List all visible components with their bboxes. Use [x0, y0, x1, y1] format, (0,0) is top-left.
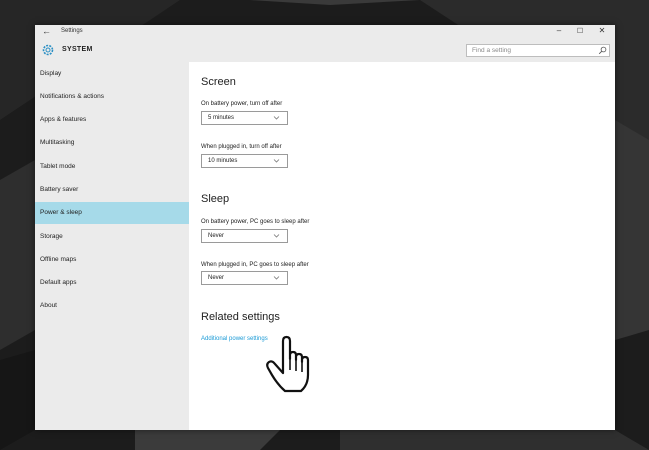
sleep-battery-dropdown[interactable]: Never: [201, 229, 288, 243]
sidebar-item-label: Display: [40, 70, 62, 77]
hand-pointer-cursor-icon: [266, 335, 310, 393]
sidebar-item-label: Multitasking: [40, 139, 75, 146]
sidebar-item-label: Default apps: [40, 279, 77, 286]
sidebar: Display Notifications & actions Apps & f…: [35, 62, 189, 430]
dropdown-value: 5 minutes: [208, 115, 235, 121]
maximize-button[interactable]: ☐: [573, 27, 587, 35]
sleep-battery-label: On battery power, PC goes to sleep after: [201, 219, 310, 225]
search-input[interactable]: Find a setting: [466, 44, 610, 57]
sidebar-item-label: Power & sleep: [40, 209, 82, 216]
gear-icon: [42, 44, 54, 56]
dropdown-value: Never: [208, 233, 225, 239]
title-bar: ← Settings – ☐ ✕: [35, 25, 615, 40]
sidebar-item-apps[interactable]: Apps & features: [35, 109, 189, 131]
settings-header: SYSTEM Find a setting: [35, 40, 615, 62]
close-button[interactable]: ✕: [595, 26, 609, 35]
sidebar-item-about[interactable]: About: [35, 295, 189, 317]
related-settings-heading: Related settings: [201, 311, 280, 323]
chevron-down-icon: [273, 234, 280, 238]
page-title: SYSTEM: [62, 46, 93, 53]
sidebar-item-label: Storage: [40, 233, 63, 240]
settings-window: ← Settings – ☐ ✕ SYSTEM Find a setting D…: [35, 25, 615, 430]
back-arrow-icon[interactable]: ←: [42, 26, 51, 36]
screen-heading: Screen: [201, 76, 236, 88]
screen-plugged-dropdown[interactable]: 10 minutes: [201, 154, 288, 168]
sleep-plugged-dropdown[interactable]: Never: [201, 271, 288, 285]
dropdown-value: Never: [208, 275, 225, 281]
sidebar-item-power-sleep[interactable]: Power & sleep: [35, 202, 189, 224]
sidebar-item-display[interactable]: Display: [35, 63, 189, 85]
sidebar-item-label: About: [40, 302, 57, 309]
screen-plugged-label: When plugged in, turn off after: [201, 144, 282, 150]
sidebar-item-label: Offline maps: [40, 256, 77, 263]
screen-battery-label: On battery power, turn off after: [201, 101, 283, 107]
chevron-down-icon: [273, 159, 280, 163]
sidebar-item-label: Apps & features: [40, 116, 87, 123]
dropdown-value: 10 minutes: [208, 158, 238, 164]
sidebar-item-label: Tablet mode: [40, 163, 76, 170]
sidebar-item-label: Notifications & actions: [40, 93, 104, 100]
window-title: Settings: [61, 28, 83, 34]
sidebar-item-battery-saver[interactable]: Battery saver: [35, 179, 189, 201]
sidebar-item-multitasking[interactable]: Multitasking: [35, 132, 189, 154]
search-placeholder: Find a setting: [472, 47, 512, 54]
sidebar-item-notifications[interactable]: Notifications & actions: [35, 86, 189, 108]
chevron-down-icon: [273, 276, 280, 280]
sleep-plugged-label: When plugged in, PC goes to sleep after: [201, 262, 309, 268]
sidebar-item-offline-maps[interactable]: Offline maps: [35, 249, 189, 271]
main-content: Screen On battery power, turn off after …: [189, 62, 615, 430]
sidebar-item-storage[interactable]: Storage: [35, 226, 189, 248]
sidebar-item-label: Battery saver: [40, 186, 79, 193]
sidebar-item-tablet-mode[interactable]: Tablet mode: [35, 156, 189, 178]
sleep-heading: Sleep: [201, 193, 230, 205]
screen-battery-dropdown[interactable]: 5 minutes: [201, 111, 288, 125]
minimize-button[interactable]: –: [552, 26, 566, 35]
chevron-down-icon: [273, 116, 280, 120]
sidebar-item-default-apps[interactable]: Default apps: [35, 272, 189, 294]
additional-power-settings-link[interactable]: Additional power settings: [201, 336, 268, 342]
search-icon[interactable]: [598, 46, 607, 55]
